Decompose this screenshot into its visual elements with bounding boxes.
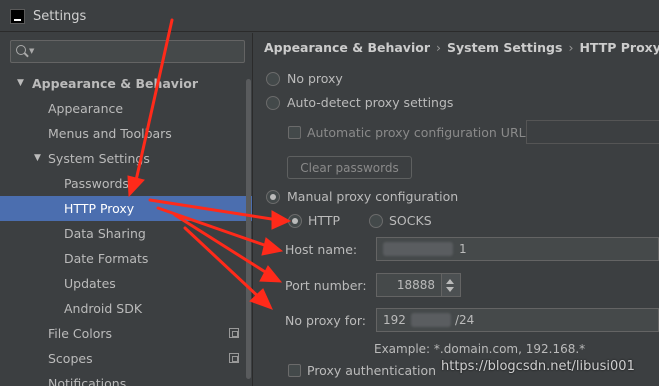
settings-sidebar: ▼ ▼ Appearance & Behavior Appearance Menus … [0, 33, 253, 386]
breadcrumb: Appearance & Behavior › System Settings › HT… [264, 40, 659, 55]
breadcrumb-appearance-behavior: Appearance & Behavior [264, 40, 430, 55]
project-scope-icon [229, 353, 239, 363]
example-hint: Example: *.domain.com, 192.168.* [374, 342, 586, 356]
spinner-down-icon[interactable] [446, 287, 454, 292]
port-number-label: Port number: [285, 278, 367, 293]
no-proxy-radio[interactable] [266, 72, 280, 86]
sidebar-item-label: Appearance & Behavior [32, 76, 198, 91]
expand-arrow-icon[interactable]: ▼ [17, 71, 24, 96]
sidebar-item-label: File Colors [48, 326, 113, 341]
manual-proxy-radio[interactable] [266, 190, 280, 204]
clear-passwords-button[interactable]: Clear passwords [287, 156, 412, 179]
sidebar-item-label: System Settings [48, 151, 150, 166]
search-box[interactable]: ▼ [10, 40, 245, 63]
sidebar-item-label: Scopes [48, 351, 93, 366]
sidebar-item-label: Passwords [64, 176, 129, 191]
socks-radio[interactable] [369, 214, 383, 228]
sidebar-item-label: Updates [64, 276, 116, 291]
project-scope-icon [229, 328, 239, 338]
expand-arrow-icon[interactable]: ▼ [34, 146, 41, 171]
no-proxy-for-label: No proxy for: [285, 313, 366, 328]
window-title: Settings [33, 9, 87, 24]
sidebar-item-passwords[interactable]: Passwords [0, 171, 252, 196]
intellij-app-icon [10, 9, 25, 24]
sidebar-item-scopes[interactable]: Scopes [0, 346, 252, 371]
sidebar-item-date-formats[interactable]: Date Formats [0, 246, 252, 271]
sidebar-item-appearance-behavior[interactable]: ▼ Appearance & Behavior [0, 71, 252, 96]
host-name-label: Host name: [285, 242, 358, 257]
auto-detect-radio[interactable] [266, 96, 280, 110]
proxy-auth-checkbox[interactable] [288, 364, 301, 377]
sidebar-scrollbar[interactable] [246, 71, 251, 386]
auto-config-url-field[interactable] [526, 120, 659, 144]
sidebar-item-notifications[interactable]: Notifications [0, 371, 252, 386]
proxy-auth-label[interactable]: Proxy authentication [307, 363, 436, 378]
sidebar-item-menus-and-toolbars[interactable]: Menus and Toolbars [0, 121, 252, 146]
sidebar-item-label: Android SDK [64, 301, 143, 316]
watermark: https://blogcsdn.net/libusi001 [441, 359, 635, 374]
sidebar-item-label: HTTP Proxy [64, 201, 135, 216]
sidebar-item-data-sharing[interactable]: Data Sharing [0, 221, 252, 246]
search-input[interactable] [39, 43, 239, 60]
no-proxy-for-value-end: /24 [455, 313, 475, 327]
redacted-no-proxy [411, 313, 451, 327]
sidebar-item-label: Data Sharing [64, 226, 146, 241]
auto-config-url-checkbox[interactable] [288, 126, 301, 139]
sidebar-item-android-sdk[interactable]: Android SDK [0, 296, 252, 321]
no-proxy-label[interactable]: No proxy [287, 71, 343, 86]
no-proxy-for-value-start: 192 [383, 313, 406, 327]
spinner-up-icon[interactable] [446, 279, 454, 284]
sidebar-item-label: Notifications [48, 376, 127, 386]
port-number-field[interactable] [376, 273, 442, 297]
no-proxy-for-field[interactable]: 192 /24 [376, 308, 659, 332]
title-bar: Settings [0, 0, 659, 32]
port-spinner[interactable] [442, 273, 461, 297]
breadcrumb-http-proxy: HTTP Proxy [579, 40, 659, 55]
breadcrumb-separator-icon: › [436, 40, 441, 55]
manual-proxy-label[interactable]: Manual proxy configuration [287, 189, 458, 204]
http-proxy-panel: Appearance & Behavior › System Settings › HT… [254, 33, 659, 386]
sidebar-item-file-colors[interactable]: File Colors [0, 321, 252, 346]
scrollbar-thumb[interactable] [246, 79, 251, 379]
auto-detect-label[interactable]: Auto-detect proxy settings [287, 95, 453, 110]
sidebar-item-updates[interactable]: Updates [0, 271, 252, 296]
sidebar-item-label: Date Formats [64, 251, 149, 266]
settings-tree: ▼ Appearance & Behavior Appearance Menus an… [0, 71, 252, 386]
http-radio[interactable] [288, 214, 302, 228]
redacted-host [383, 242, 453, 256]
sidebar-item-label: Appearance [48, 101, 124, 116]
breadcrumb-separator-icon: › [568, 40, 574, 55]
host-name-field[interactable]: 1 [376, 237, 659, 261]
search-options-caret-icon[interactable]: ▼ [29, 47, 34, 55]
sidebar-item-http-proxy[interactable]: HTTP Proxy [0, 196, 252, 221]
breadcrumb-system-settings: System Settings [447, 40, 563, 55]
http-label[interactable]: HTTP [308, 213, 340, 228]
auto-config-url-label: Automatic proxy configuration URL: [307, 125, 530, 140]
host-name-value: 1 [459, 242, 467, 256]
sidebar-item-label: Menus and Toolbars [48, 126, 172, 141]
sidebar-item-system-settings[interactable]: ▼ System Settings [0, 146, 252, 171]
socks-label[interactable]: SOCKS [389, 213, 432, 228]
search-icon [16, 45, 26, 55]
sidebar-item-appearance[interactable]: Appearance [0, 96, 252, 121]
